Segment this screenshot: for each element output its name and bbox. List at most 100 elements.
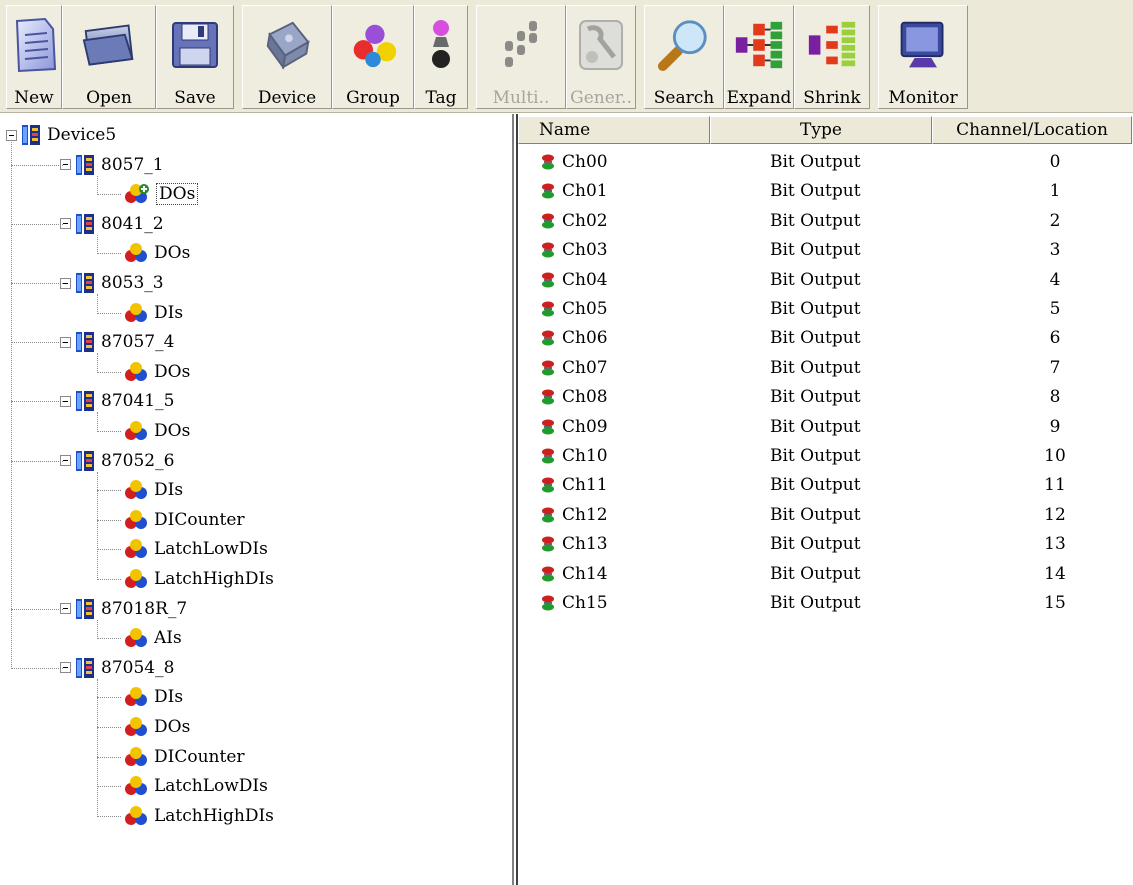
multi-tag-icon [494, 14, 548, 76]
tree-connector [11, 164, 63, 166]
tree-group-item[interactable]: AIs [124, 623, 182, 653]
tree-device-item[interactable]: 8053_3 [60, 268, 164, 298]
monitor-icon [896, 14, 950, 76]
tree-group-item-label: DICounter [154, 509, 245, 530]
device-button[interactable]: Device [242, 5, 332, 109]
list-row[interactable]: Ch12 Bit Output 12 [518, 500, 1133, 530]
tree-group-item[interactable]: DOs [124, 179, 199, 209]
group-icon [124, 746, 148, 767]
tree-connector [11, 342, 63, 344]
tree-connector [97, 312, 121, 314]
tree-connector [97, 619, 98, 640]
tree-group-item[interactable]: DIs [124, 475, 183, 505]
tree-group-item[interactable]: LatchLowDIs [124, 771, 268, 801]
group-icon [124, 361, 148, 382]
tag-icon [540, 183, 556, 199]
tree-group-item[interactable]: DICounter [124, 742, 245, 772]
tag-icon [540, 154, 556, 170]
tree-device-item[interactable]: 87018R_7 [60, 594, 187, 624]
tree-device-item-label: 87054_8 [101, 657, 175, 678]
tree-connector [97, 412, 98, 432]
tree-connector [97, 471, 98, 580]
column-header-channel[interactable]: Channel/Location [932, 116, 1132, 144]
list-row[interactable]: Ch06 Bit Output 6 [518, 323, 1133, 353]
list-row[interactable]: Ch07 Bit Output 7 [518, 353, 1133, 383]
row-type: Bit Output [770, 593, 861, 613]
row-type: Bit Output [770, 387, 861, 408]
tree-group-item[interactable]: DICounter [124, 505, 245, 535]
tree-group-item[interactable]: DOs [124, 416, 190, 446]
list-row[interactable]: Ch03 Bit Output 3 [518, 235, 1133, 265]
tag-icon [540, 301, 556, 317]
row-channel: 6 [1049, 328, 1061, 349]
group-icon [124, 569, 148, 589]
row-type: Bit Output [770, 210, 861, 231]
tree-group-item[interactable]: DOs [124, 357, 190, 387]
shrink-button-label: Shrink [803, 88, 861, 108]
list-row[interactable]: Ch02 Bit Output 2 [518, 206, 1133, 236]
tree-connector [11, 401, 63, 403]
list-row[interactable]: Ch09 Bit Output 9 [518, 412, 1133, 442]
tree-group-item-label: LatchHighDIs [154, 805, 274, 826]
tree-group-item[interactable]: DIs [124, 298, 183, 328]
list-row[interactable]: Ch01 Bit Output 1 [518, 176, 1133, 206]
tree-device-item[interactable]: 8041_2 [60, 209, 164, 239]
monitor-button-label: Monitor [888, 88, 958, 108]
tag-button[interactable]: Tag [414, 5, 468, 109]
search-button-label: Search [653, 88, 715, 108]
list-row[interactable]: Ch13 Bit Output 13 [518, 529, 1133, 559]
tree-group-item-label: AIs [154, 628, 182, 649]
collapse-toggle[interactable] [6, 129, 17, 141]
tag-icon [540, 448, 556, 464]
column-header-type[interactable]: Type [710, 116, 932, 144]
search-button[interactable]: Search [644, 5, 724, 109]
list-row[interactable]: Ch10 Bit Output 10 [518, 441, 1133, 471]
tree-device-item[interactable]: 87052_6 [60, 446, 174, 476]
row-name: Ch09 [562, 416, 608, 437]
row-channel: 0 [1049, 152, 1061, 172]
list-row[interactable]: Ch00 Bit Output 0 [518, 147, 1133, 177]
row-name: Ch02 [562, 210, 608, 231]
tree-connector [97, 431, 121, 432]
tree-device-item[interactable]: 87057_4 [60, 327, 174, 357]
row-type: Bit Output [770, 475, 861, 496]
tree-group-item[interactable]: LatchHighDIs [124, 801, 274, 831]
tree-group-item[interactable]: DOs [124, 712, 190, 742]
tree-root-device[interactable]: Device5 [6, 120, 116, 150]
tag-icon [540, 477, 556, 493]
row-name-cell: Ch02 [518, 211, 740, 231]
device-tree[interactable]: Device5 8057_1 DOs 8041_2 DOs 8053_3 DIs 87057_… [0, 114, 514, 885]
tree-device-item[interactable]: 87041_5 [60, 386, 174, 416]
tag-list[interactable]: Name Type Channel/Location Ch00 Bit Outpu… [516, 114, 1133, 885]
tag-button-label: Tag [425, 88, 457, 108]
tag-icon [540, 213, 556, 229]
list-row[interactable]: Ch11 Bit Output 11 [518, 470, 1133, 500]
group-icon [124, 539, 148, 559]
tree-device-item[interactable]: 8057_1 [60, 150, 164, 180]
list-row[interactable]: Ch08 Bit Output 8 [518, 382, 1133, 412]
new-button[interactable]: New [6, 5, 62, 109]
toolbar-separator [234, 5, 242, 109]
group-button[interactable]: Group [332, 5, 414, 109]
tree-group-item[interactable]: DIs [124, 682, 183, 712]
tree-group-item[interactable]: LatchHighDIs [124, 564, 274, 594]
row-channel: 4 [1049, 269, 1061, 290]
tree-group-item[interactable]: DOs [124, 238, 190, 268]
expand-button[interactable]: Expand [724, 5, 794, 109]
tree-device-item[interactable]: 87054_8 [60, 653, 174, 683]
row-name: Ch12 [562, 504, 608, 525]
list-row[interactable]: Ch04 Bit Output 4 [518, 265, 1133, 295]
list-row[interactable]: Ch15 Bit Output 15 [518, 588, 1133, 618]
toolbar-separator [468, 5, 476, 109]
tree-group-item[interactable]: LatchLowDIs [124, 534, 268, 564]
list-row[interactable]: Ch14 Bit Output 14 [518, 559, 1133, 589]
expand-tree-icon [732, 14, 786, 76]
column-header-name[interactable]: Name [518, 116, 710, 144]
save-button[interactable]: Save [156, 5, 234, 109]
monitor-button[interactable]: Monitor [878, 5, 968, 109]
open-button[interactable]: Open [62, 5, 156, 109]
shrink-button[interactable]: Shrink [794, 5, 870, 109]
list-row[interactable]: Ch05 Bit Output 5 [518, 294, 1133, 324]
expand-button-label: Expand [726, 88, 792, 108]
row-channel: 11 [1044, 475, 1066, 496]
